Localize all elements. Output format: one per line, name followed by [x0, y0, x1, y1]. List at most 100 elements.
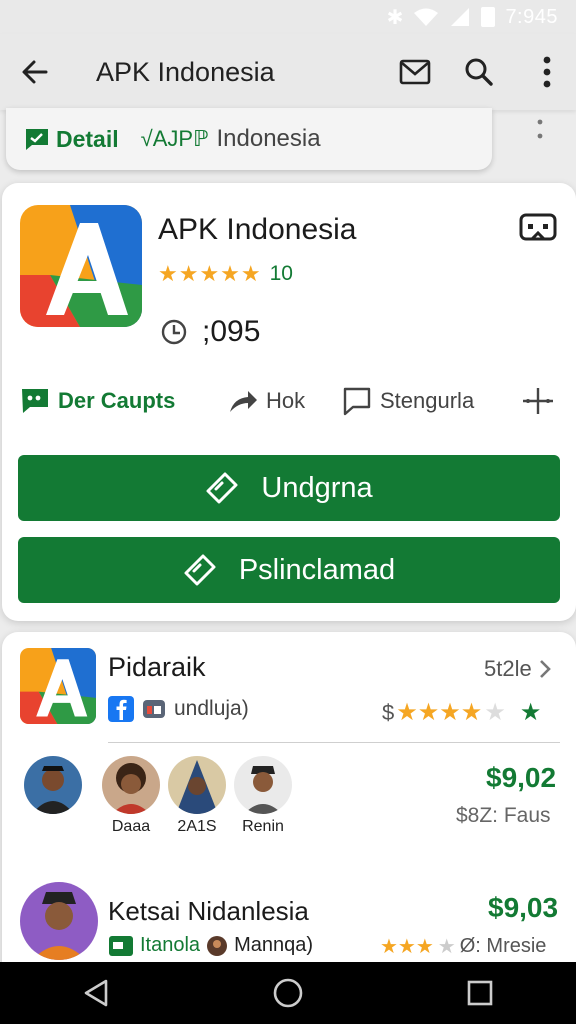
nav-home-button[interactable] [258, 963, 318, 1023]
list-item-sub-label: undluja) [174, 697, 249, 720]
strip-more-icon[interactable] [528, 118, 552, 142]
list-item-2-sub: Itanola Mannqa) [108, 934, 313, 957]
installs-count: ;095 [202, 315, 261, 348]
triangle-back-icon [84, 979, 108, 1007]
battery-icon [481, 7, 496, 27]
share-icon [230, 391, 257, 412]
action-stengurla[interactable]: Stengurla [342, 386, 474, 416]
list-item-2-tag: Itanola [140, 934, 201, 956]
avatar-name: Renin [242, 818, 284, 835]
action-hok[interactable]: Hok [228, 388, 305, 414]
app-logo-icon [20, 648, 96, 724]
list-item-2-tag2: Mannqa) [234, 934, 313, 956]
facebook-icon [108, 696, 134, 722]
action-row: Der Caupts Hok Stengurla [20, 383, 560, 419]
list-item-2-avatar[interactable] [20, 882, 98, 960]
more-vert-icon [543, 56, 551, 88]
avatar-mini-icon [207, 935, 228, 956]
related-list-card: Pidaraik 5t2le undluja) $ ★★★★ ★ ★ Daaa … [2, 632, 576, 972]
status-time: 7:945 [505, 5, 558, 28]
list-item-title[interactable]: Pidaraik [108, 652, 206, 683]
size-label: 5t2le [484, 656, 532, 681]
user-avatar-2[interactable]: Daaa [100, 756, 162, 836]
nav-back-button[interactable] [66, 963, 126, 1023]
list-item-2-price: $9,03 [488, 892, 559, 923]
square-recents-icon [467, 980, 493, 1006]
user-avatar-1[interactable] [22, 756, 84, 814]
primary-button-undgrna[interactable]: Undgrna [18, 455, 560, 521]
action-der-caupts[interactable]: Der Caupts [20, 387, 175, 415]
list-item-2-rating: ★★★ ★ Ø: Mresie [380, 934, 546, 959]
rating-stars: ★★★ [380, 936, 434, 958]
list-item-2-title[interactable]: Ketsai Nidanlesia [108, 896, 309, 927]
primary-button-pslinclamad[interactable]: Pslinclamad [18, 537, 560, 603]
installs-row: ;095 [160, 315, 260, 349]
avatar-name: Daaa [111, 818, 151, 835]
back-button[interactable] [0, 37, 70, 107]
person-icon [176, 760, 218, 814]
mail-icon [399, 59, 431, 85]
user-avatar-3[interactable]: 2A1S [166, 756, 228, 836]
rating-star-empty: ★ [484, 699, 506, 726]
rating-value: 10 [269, 262, 293, 285]
avatar [168, 756, 226, 814]
tab-sub2-label[interactable]: Indonesia [217, 125, 321, 153]
chevron-right-icon [539, 660, 551, 678]
rating-star-empty: ★ [437, 936, 456, 958]
currency-label: $ [382, 699, 395, 725]
app-bar: APK Indonesia [0, 34, 576, 110]
app-name: APK Indonesia [158, 213, 357, 246]
list-item-size[interactable]: 5t2le [484, 656, 552, 682]
tab-sub-label[interactable]: √AJPℙ [141, 126, 209, 152]
button-label: Pslinclamad [238, 553, 396, 586]
circle-home-icon [273, 978, 303, 1008]
list-item-sub: undluja) [108, 696, 249, 722]
comment-icon [343, 387, 371, 416]
nav-recents-button[interactable] [450, 963, 510, 1023]
avatar [24, 756, 82, 814]
rating-stars: ★★★★ [396, 699, 483, 726]
favorite-star-icon[interactable]: ★ [520, 698, 542, 727]
avatar [234, 756, 292, 814]
gamepad-icon[interactable] [518, 211, 558, 245]
bluetooth-icon: ✱ [386, 6, 404, 29]
rating-row: ★★★★★ 10 [158, 261, 293, 287]
action-label: Der Caupts [58, 388, 176, 413]
person-icon [32, 766, 74, 814]
avatar-name: 2A1S [177, 818, 217, 835]
app-detail-card: APK Indonesia ★★★★★ 10 ;095 Der Caupts H… [2, 183, 576, 621]
mail-button[interactable] [390, 37, 440, 107]
wifi-icon [414, 8, 439, 26]
card-icon [109, 935, 133, 956]
avatar [102, 756, 160, 814]
action-label: Stengurla [380, 388, 475, 413]
action-label: Hok [266, 388, 306, 413]
user-avatar-4[interactable]: Renin [232, 756, 294, 836]
arrow-left-icon [22, 60, 48, 84]
action-more[interactable] [520, 386, 556, 416]
overflow-menu-button[interactable] [518, 37, 576, 107]
signal-icon [451, 8, 470, 26]
search-icon [465, 58, 493, 86]
message-icon [26, 129, 48, 150]
status-bar: ✱ 7:945 [0, 0, 576, 34]
message-icon [22, 389, 48, 413]
clock-icon [161, 319, 187, 345]
system-nav-bar [0, 962, 576, 1024]
person-icon [244, 766, 282, 814]
tag-icon [184, 554, 216, 586]
tag-icon [206, 472, 238, 504]
store-icon [143, 700, 165, 718]
move-icon [523, 388, 553, 414]
list-item-price: $9,02 [486, 762, 557, 793]
app-title: APK Indonesia [96, 56, 275, 87]
search-button[interactable] [440, 37, 518, 107]
list-item-rating: $ ★★★★ ★ ★ [382, 698, 541, 727]
app-logo-icon [20, 205, 142, 327]
rating-stars: ★★★★★ [158, 261, 262, 286]
person-icon [32, 892, 86, 960]
list-item-2-extra: Ø: Mresie [459, 935, 547, 957]
divider [108, 742, 560, 743]
detail-tab-strip: Detail √AJPℙ Indonesia [6, 108, 492, 170]
tab-detail[interactable]: Detail [24, 126, 119, 153]
